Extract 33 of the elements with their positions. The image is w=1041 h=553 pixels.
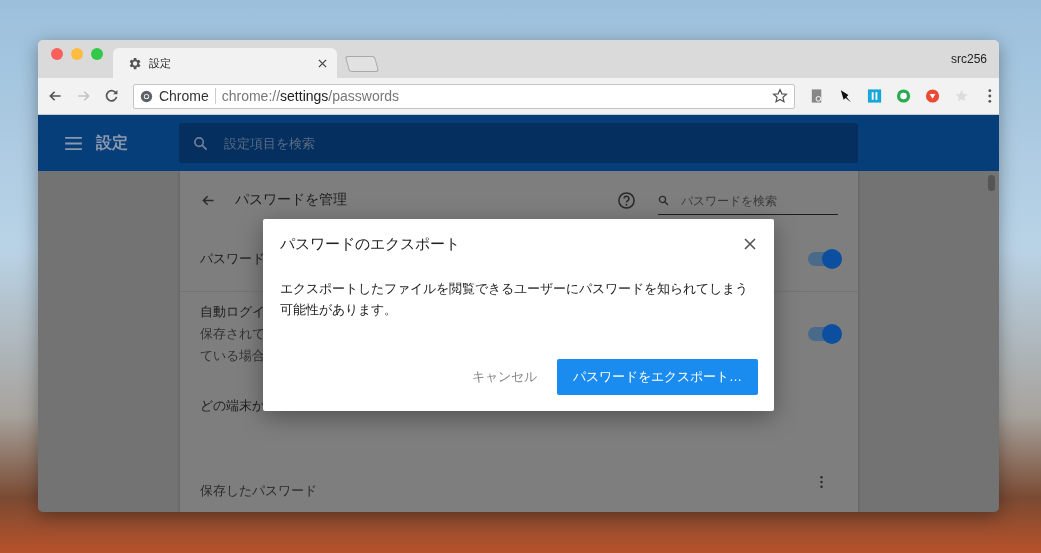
search-icon — [658, 195, 669, 206]
browser-tab[interactable]: 設定 — [113, 48, 337, 78]
chrome-logo-icon — [139, 89, 153, 103]
close-window-icon[interactable] — [51, 48, 63, 60]
site-label: Chrome — [158, 88, 209, 104]
profile-name[interactable]: src256 — [950, 52, 999, 66]
gear-icon — [127, 55, 142, 71]
setting-label: ている場合 — [200, 347, 265, 365]
settings-search-field[interactable]: 設定項目を検索 — [222, 134, 858, 152]
url-text: chrome://settings/passwords — [221, 88, 401, 104]
setting-label: パスワード — [200, 249, 265, 268]
dialog-message: エクスポートしたファイルを閲覧できるユーザーにパスワードを知られてしまう可能性があります。 — [280, 281, 749, 319]
bookmark-star-icon[interactable] — [771, 88, 788, 104]
settings-search-bar[interactable]: 設定項目を検索 — [179, 123, 858, 163]
setting-label: どの端末か — [200, 397, 265, 415]
menu-icon[interactable] — [65, 136, 82, 150]
search-icon — [193, 135, 208, 151]
scrollbar-thumb[interactable] — [988, 175, 995, 191]
browser-menu-icon[interactable] — [987, 88, 994, 104]
help-icon[interactable] — [617, 190, 636, 210]
address-bar[interactable]: Chrome chrome://settings/passwords — [132, 83, 795, 109]
setting-label: 保存されて — [200, 325, 265, 343]
setting-label: 自動ログイ — [200, 303, 265, 321]
section-heading: 保存したパスワード — [200, 482, 318, 500]
page-title: パスワードを管理 — [235, 191, 348, 209]
password-search-field[interactable]: パスワードを検索 — [679, 192, 838, 209]
dialog-title: パスワードのエクスポート — [280, 234, 461, 254]
settings-title: 設定 — [96, 132, 129, 153]
close-icon[interactable] — [744, 238, 756, 250]
more-options-icon[interactable] — [819, 475, 824, 489]
close-tab-icon[interactable] — [318, 58, 327, 68]
cancel-button[interactable]: キャンセル — [472, 360, 537, 394]
circle-extension-icon[interactable] — [896, 88, 912, 104]
